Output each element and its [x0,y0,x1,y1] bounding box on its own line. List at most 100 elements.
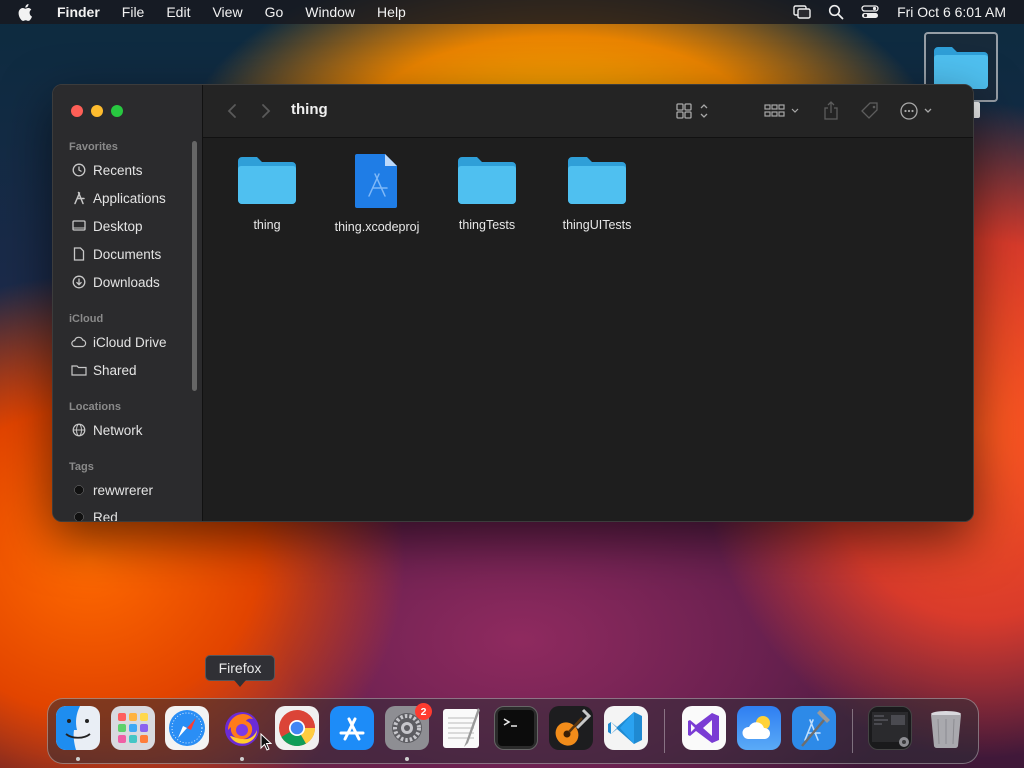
screen-mirroring-icon[interactable] [791,3,813,21]
window-controls [71,105,123,117]
share-button[interactable] [821,101,841,121]
document-icon [71,246,87,262]
dock-terminal-icon[interactable] [494,706,538,750]
menu-view[interactable]: View [201,0,253,24]
menu-bar: Finder File Edit View Go Window Help Fri… [0,0,1024,24]
sidebar-item-label: Shared [93,362,137,378]
dock-firefox-icon[interactable] [220,706,264,750]
sidebar-item-icloud-drive[interactable]: iCloud Drive [71,332,167,352]
download-icon [71,274,87,290]
globe-icon [71,422,87,438]
sidebar-item-tag-red[interactable]: Red [71,507,118,522]
file-item-xcodeproj[interactable]: thing.xcodeproj [322,152,432,234]
back-button[interactable] [223,101,241,121]
group-by-button[interactable] [763,101,803,121]
dock-weather-icon[interactable] [737,706,781,750]
window-title: thing [291,101,328,118]
menu-go[interactable]: Go [254,0,295,24]
minimize-window-button[interactable] [91,105,103,117]
dock-launchpad-icon[interactable] [111,706,155,750]
chevron-right-icon [262,104,271,118]
notification-badge: 2 [415,703,432,720]
mouse-cursor-icon [260,733,272,751]
file-name: thing.xcodeproj [334,220,420,234]
applications-icon [71,190,87,206]
control-center-icon[interactable] [859,3,881,21]
spotlight-search-icon[interactable] [825,3,847,21]
dock-safari-icon[interactable] [165,706,209,750]
sidebar-item-documents[interactable]: Documents [71,244,161,264]
close-window-button[interactable] [71,105,83,117]
file-item-thinguitests[interactable]: thingUITests [542,152,652,232]
dock-trash-icon[interactable] [924,706,968,750]
menu-help[interactable]: Help [366,0,417,24]
running-indicator [405,757,409,761]
dock-finder-icon[interactable] [56,706,100,750]
sidebar-item-applications[interactable]: Applications [71,188,166,208]
sidebar-item-label: Applications [93,190,166,206]
tag-icon [861,102,878,119]
dock-visual-studio-icon[interactable] [682,706,726,750]
finder-sidebar: Favorites Recents Applications Desktop D… [53,85,203,521]
file-name: thingUITests [562,218,632,232]
sidebar-section-locations: Locations [69,401,121,413]
tag-dot-icon [71,482,87,498]
sidebar-item-network[interactable]: Network [71,420,143,440]
sidebar-item-label: Red [93,509,118,522]
menu-edit[interactable]: Edit [155,0,201,24]
zoom-window-button[interactable] [111,105,123,117]
dock-chrome-icon[interactable] [275,706,319,750]
file-item-thing[interactable]: thing [212,152,322,232]
dock-garageband-icon[interactable] [549,706,593,750]
chevron-left-icon [227,104,236,118]
cloud-icon [71,334,87,350]
dock-separator [852,709,853,753]
grid-view-icon [676,103,708,119]
xcodeproj-icon [355,154,397,208]
dock-xcode-icon[interactable] [792,706,836,750]
dock-textedit-icon[interactable] [440,706,484,750]
actions-button[interactable] [899,101,939,121]
ellipsis-circle-icon [900,102,932,120]
menu-window[interactable]: Window [294,0,366,24]
sidebar-item-label: Recents [93,162,143,178]
tag-dot-icon [71,509,87,521]
sidebar-item-desktop[interactable]: Desktop [71,216,143,236]
sidebar-item-label: Documents [93,246,162,262]
dock-screenshot-icon[interactable] [868,706,912,750]
dock-separator [664,709,665,753]
sidebar-scrollbar[interactable] [192,141,197,391]
running-indicator [76,757,80,761]
sidebar-item-label: Network [93,422,143,438]
sidebar-section-icloud: iCloud [69,313,104,325]
view-mode-button[interactable] [675,101,713,121]
finder-toolbar: thing [203,85,973,138]
file-browser: thing thing.xcodeproj thingTests thingUI… [203,138,973,521]
sidebar-item-label: iCloud Drive [93,334,167,350]
sidebar-section-tags: Tags [69,461,94,473]
sidebar-item-recents[interactable]: Recents [71,160,143,180]
dock-vscode-icon[interactable] [604,706,648,750]
sidebar-item-shared[interactable]: Shared [71,360,137,380]
forward-button[interactable] [257,101,275,121]
sidebar-item-tag-rewwrerer[interactable]: rewwrerer [71,480,153,500]
sidebar-item-label: Desktop [93,218,143,234]
sidebar-item-downloads[interactable]: Downloads [71,272,160,292]
shared-folder-icon [71,362,87,378]
file-name: thing [253,218,281,232]
menu-file[interactable]: File [111,0,156,24]
desktop-icon [71,218,87,234]
folder-icon [458,157,516,204]
dock-app-store-icon[interactable] [330,706,374,750]
tags-button[interactable] [859,101,881,121]
sidebar-item-label: rewwrerer [93,482,154,498]
menu-bar-clock[interactable]: Fri Oct 6 6:01 AM [897,4,1006,20]
menu-app-name[interactable]: Finder [46,0,111,24]
apple-menu-icon[interactable] [18,3,36,21]
finder-window: Favorites Recents Applications Desktop D… [52,84,974,522]
group-icon [764,104,799,117]
file-item-thingtests[interactable]: thingTests [432,152,542,232]
folder-icon [238,157,296,204]
dock [47,698,979,764]
running-indicator [240,757,244,761]
